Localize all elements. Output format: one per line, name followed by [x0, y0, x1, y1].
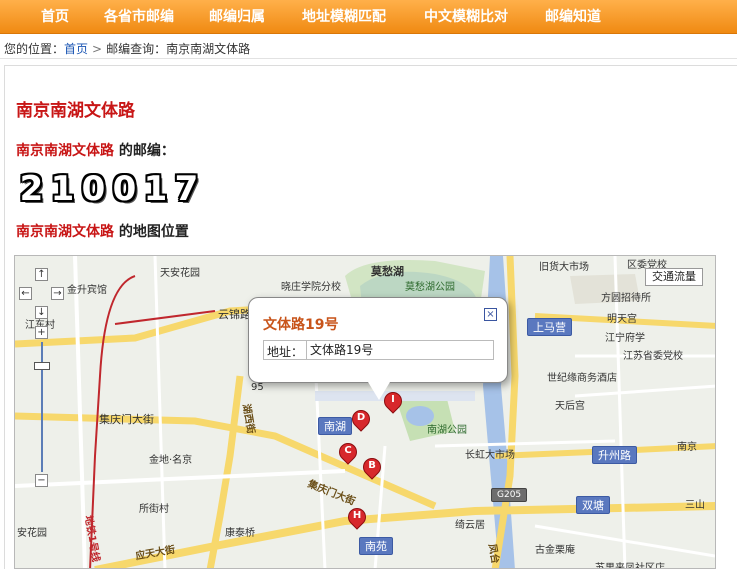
marker-letter: C — [344, 445, 352, 456]
map-label: 世纪缘商务酒店 — [547, 373, 617, 384]
map-label: 天后宫 — [555, 401, 585, 412]
nav-provinces[interactable]: 各省市邮编 — [104, 0, 174, 34]
map-label: 天安花园 — [160, 268, 200, 279]
pan-down-button[interactable]: ↓ — [35, 306, 48, 319]
popup-address-value: 文体路19号 — [306, 341, 373, 359]
map-marker[interactable]: H — [344, 504, 370, 532]
area-label: 南湖 — [318, 417, 352, 435]
breadcrumb-separator: > — [92, 42, 103, 56]
zip-digit: 1 — [50, 169, 75, 209]
top-nav: 首页 各省市邮编 邮编归属 地址模糊匹配 中文模糊比对 邮编知道 — [0, 0, 737, 34]
pan-up-button[interactable]: ↑ — [35, 268, 48, 281]
nav-home[interactable]: 首页 — [41, 0, 69, 34]
map-label: 江苏省委党校 — [623, 351, 683, 362]
map-label: 绮云居 — [455, 520, 485, 531]
map-zoom-control: ↑ ← → ↓ + − — [19, 266, 65, 501]
marker-letter: D — [356, 412, 366, 423]
breadcrumb-prefix: 您的位置： — [4, 42, 65, 56]
breadcrumb-divider — [0, 58, 737, 59]
map-heading-place: 南京南湖文体路 — [16, 224, 114, 240]
map-heading: 南京南湖文体路 的地图位置 — [16, 221, 189, 241]
map-label: 江宁府学 — [605, 333, 645, 344]
pan-left-button[interactable]: ← — [19, 287, 32, 300]
area-label: 双塘 — [576, 496, 610, 514]
map-marker[interactable]: B — [359, 454, 385, 482]
zip-digit: 2 — [19, 169, 44, 209]
area-label: 上马营 — [527, 318, 572, 336]
map-marker[interactable]: D — [348, 406, 374, 434]
nav-chinese-fuzzy[interactable]: 中文模糊比对 — [424, 0, 508, 34]
popup-address-row: 地址： 文体路19号 — [263, 340, 494, 360]
breadcrumb-home-link[interactable]: 首页 — [64, 42, 88, 56]
highway-shield: G205 — [491, 488, 528, 502]
map-label: 所街村 — [139, 504, 169, 515]
breadcrumb-current: 邮编查询：南京南湖文体路 — [106, 42, 251, 56]
popup-close-button[interactable]: × — [484, 308, 497, 321]
map-label: 莫愁湖公园 — [405, 282, 455, 293]
map-label: 康泰桥 — [225, 528, 255, 539]
map-view[interactable]: 天安花园 莫愁湖 旧货大市场 区委党校 晓庄学院分校 莫愁湖公园 金升宾馆 云锦… — [14, 255, 716, 569]
zip-heading-suffix: 的邮编： — [118, 143, 175, 159]
map-info-popup: 文体路19号 × 地址： 文体路19号 — [248, 297, 508, 383]
map-heading-suffix: 的地图位置 — [118, 224, 189, 240]
popup-title: 文体路19号 — [263, 317, 339, 333]
map-label: 南京 — [677, 442, 697, 453]
map-label: 95 — [251, 382, 264, 393]
map-label: 云锦路 — [218, 308, 251, 321]
zip-digit: 0 — [81, 169, 106, 209]
map-label: 旧货大市场 — [539, 262, 589, 273]
map-marker[interactable]: C — [335, 439, 361, 467]
area-label: 南苑 — [359, 537, 393, 555]
nav-zip-know[interactable]: 邮编知道 — [545, 0, 601, 34]
nav-zip-attribution[interactable]: 邮编归属 — [209, 0, 265, 34]
map-label: 集庆门大街 — [99, 413, 154, 426]
map-label: 长虹大市场 — [465, 450, 515, 461]
map-label: 莫愁湖 — [371, 265, 404, 278]
zip-heading-place: 南京南湖文体路 — [16, 143, 114, 159]
zoom-in-button[interactable]: + — [35, 326, 48, 339]
map-label: 方圆招待所 — [601, 293, 651, 304]
area-label: 升州路 — [592, 446, 637, 464]
traffic-flow-button[interactable]: 交通流量 — [645, 268, 703, 286]
map-label: 安花园 — [17, 528, 47, 539]
map-label: 南湖公园 — [427, 425, 467, 436]
map-label: 明天宫 — [607, 314, 637, 325]
zip-digit: 0 — [112, 169, 137, 209]
map-label: 三山 — [685, 500, 705, 511]
map-label: 苏果来凤社区店 — [595, 563, 665, 569]
zoom-slider-thumb[interactable] — [34, 362, 50, 370]
page-title: 南京南湖文体路 — [16, 101, 135, 121]
map-label: 晓庄学院分校 — [281, 282, 341, 293]
marker-letter: H — [352, 510, 362, 521]
nav-address-fuzzy[interactable]: 地址模糊匹配 — [302, 0, 386, 34]
popup-address-label: 地址： — [267, 345, 304, 359]
zip-digit: 7 — [174, 169, 199, 209]
zoom-out-button[interactable]: − — [35, 474, 48, 487]
pan-right-button[interactable]: → — [51, 287, 64, 300]
popup-pointer — [368, 382, 390, 400]
map-label: 金升宾馆 — [67, 285, 107, 296]
map-label: 金地·名京 — [149, 455, 193, 466]
zip-heading: 南京南湖文体路 的邮编： — [16, 140, 175, 160]
zip-digit: 1 — [143, 169, 168, 209]
breadcrumb: 您的位置：首页 > 邮编查询：南京南湖文体路 — [4, 40, 250, 57]
map-label: 古金栗庵 — [535, 545, 575, 556]
marker-letter: B — [368, 460, 376, 471]
road-label: 凤台 — [485, 543, 501, 565]
